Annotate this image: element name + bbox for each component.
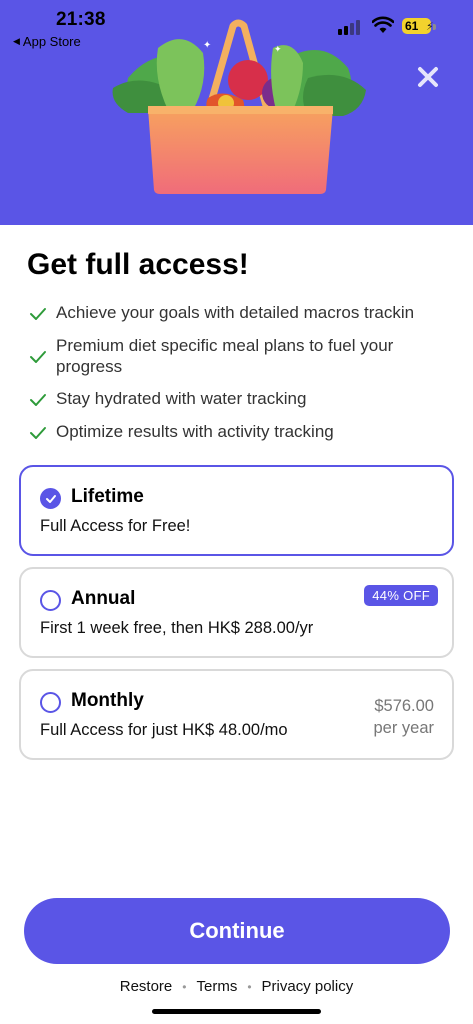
radio-unselected-icon bbox=[40, 692, 61, 713]
plan-option-annual[interactable]: Annual 44% OFF First 1 week free, then H… bbox=[19, 567, 454, 658]
feature-item: Optimize results with activity tracking bbox=[28, 421, 458, 443]
plan-option-monthly[interactable]: Monthly Full Access for just HK$ 48.00/m… bbox=[19, 669, 454, 760]
privacy-policy-link[interactable]: Privacy policy bbox=[262, 978, 354, 995]
discount-badge: 44% OFF bbox=[364, 585, 438, 606]
back-app-label: App Store bbox=[22, 34, 81, 49]
wifi-icon bbox=[372, 16, 394, 33]
footer-links: Restore • Terms • Privacy policy bbox=[0, 978, 473, 995]
hero-banner: 21:38 ◀ App Store 61 ⚡ ✦ ✦ bbox=[0, 0, 473, 225]
back-arrow-icon: ◀ bbox=[13, 36, 20, 46]
feature-text: Optimize results with activity tracking bbox=[56, 422, 334, 441]
feature-item: Stay hydrated with water tracking bbox=[28, 388, 458, 410]
page-title: Get full access! bbox=[27, 248, 249, 281]
grocery-bag-illustration: ✦ ✦ bbox=[112, 19, 366, 194]
terms-link[interactable]: Terms bbox=[196, 978, 237, 995]
back-to-app-store[interactable]: ◀ App Store bbox=[13, 34, 81, 49]
plan-option-lifetime[interactable]: Lifetime Full Access for Free! bbox=[19, 465, 454, 556]
home-indicator[interactable] bbox=[152, 1009, 321, 1014]
feature-text: Premium diet specific meal plans to fuel… bbox=[56, 336, 394, 376]
svg-text:✦: ✦ bbox=[203, 40, 211, 51]
yearly-price-amount: $576.00 bbox=[374, 697, 434, 715]
close-icon[interactable] bbox=[413, 62, 443, 92]
feature-item: Achieve your goals with detailed macros … bbox=[28, 302, 458, 324]
checkmark-icon bbox=[30, 394, 46, 406]
radio-selected-icon bbox=[40, 488, 61, 509]
yearly-price: $576.00 per year bbox=[373, 695, 434, 739]
battery-level: 61 bbox=[405, 19, 419, 33]
feature-item: Premium diet specific meal plans to fuel… bbox=[28, 335, 458, 377]
separator-dot: • bbox=[182, 979, 187, 994]
separator-dot: • bbox=[247, 979, 252, 994]
checkmark-icon bbox=[30, 427, 46, 439]
plan-name: Annual bbox=[71, 588, 136, 609]
checkmark-icon bbox=[30, 308, 46, 320]
battery-icon: 61 ⚡ bbox=[402, 16, 436, 36]
radio-unselected-icon bbox=[40, 590, 61, 611]
yearly-price-suffix: per year bbox=[373, 719, 434, 737]
plan-description: First 1 week free, then HK$ 288.00/yr bbox=[40, 619, 314, 637]
plan-name: Monthly bbox=[71, 690, 144, 711]
feature-list: Achieve your goals with detailed macros … bbox=[28, 302, 458, 454]
status-time: 21:38 bbox=[56, 9, 106, 30]
restore-link[interactable]: Restore bbox=[120, 978, 173, 995]
svg-text:✦: ✦ bbox=[274, 45, 282, 55]
feature-text: Achieve your goals with detailed macros … bbox=[56, 303, 415, 322]
continue-button[interactable]: Continue bbox=[24, 898, 450, 964]
plan-description: Full Access for just HK$ 48.00/mo bbox=[40, 721, 288, 739]
plan-name: Lifetime bbox=[71, 486, 144, 507]
feature-text: Stay hydrated with water tracking bbox=[56, 389, 307, 408]
checkmark-icon bbox=[30, 351, 46, 363]
plan-description: Full Access for Free! bbox=[40, 517, 191, 535]
